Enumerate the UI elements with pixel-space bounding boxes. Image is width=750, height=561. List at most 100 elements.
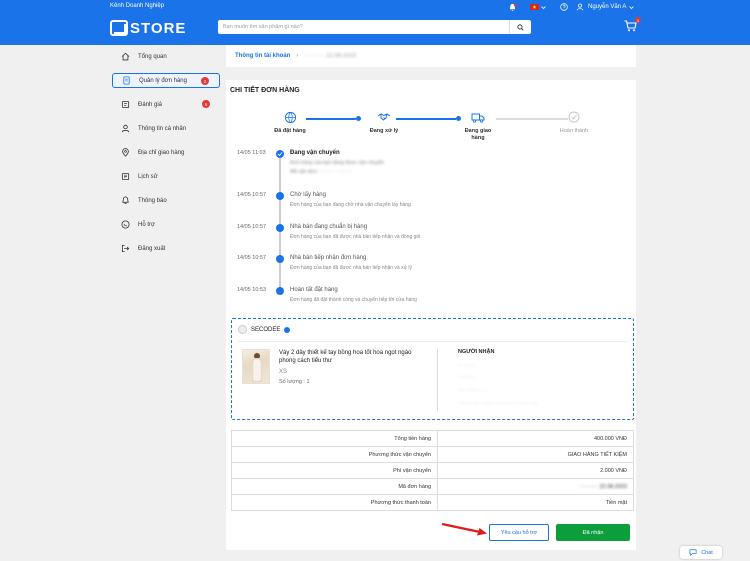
receiver-phone: ·········· (458, 375, 475, 381)
sidebar-item-overview[interactable]: Tổng quan (112, 49, 220, 64)
order-icon (121, 76, 131, 86)
cart-count-badge: 1 (635, 17, 641, 23)
timeline-title: Chờ lấy hàng (290, 192, 326, 198)
check-circle-icon (567, 110, 581, 124)
product-image-figure-dress (252, 358, 262, 382)
step-label: Đang xử lý (369, 128, 399, 134)
history-icon (120, 172, 130, 182)
step-processing: Đang xử lý (354, 110, 414, 135)
help-button[interactable] (560, 2, 568, 12)
breadcrumb-current: ·········· 22.08.2023 (304, 53, 357, 59)
shop-avatar (238, 325, 247, 334)
divider (238, 341, 628, 342)
product-image[interactable] (242, 349, 270, 384)
order-summary-table: Tổng tiền hàng 400.000 VNĐ Phương thức v… (231, 430, 634, 511)
top-header: Kênh Doanh Nghiệp Nguyễn Văn A STORE 1 (0, 0, 750, 45)
language-selector[interactable] (530, 2, 546, 12)
sidebar-item-support[interactable]: Hỗ trợ (112, 217, 220, 232)
summary-value: Tiền mặt (437, 494, 634, 511)
breadcrumb-account-link[interactable]: Thông tin tài khoản (235, 53, 290, 59)
step-shipping: Đang giao hàng (448, 110, 508, 142)
request-support-button[interactable]: Yêu cầu hỗ trợ (489, 524, 549, 541)
shop-header[interactable]: SECODEE (238, 325, 291, 334)
bell-icon (120, 196, 130, 206)
logout-icon (120, 244, 130, 254)
table-row: Tổng tiền hàng 400.000 VNĐ (231, 430, 634, 447)
table-row: Phí vận chuyển 2.000 VNĐ (231, 462, 634, 479)
order-placed-icon (283, 110, 297, 124)
search-icon (517, 23, 524, 31)
brand-name: STORE (130, 19, 187, 37)
sidebar-item-logout[interactable]: Đăng xuất (112, 241, 220, 256)
sidebar-item-label: Đánh giá (138, 101, 163, 108)
user-icon (120, 124, 130, 134)
search-button[interactable] (509, 20, 531, 34)
chat-button[interactable]: Chat (680, 546, 722, 559)
timeline-time: 14/05 11:03 (237, 150, 266, 156)
sidebar-item-label: Địa chỉ giao hàng (138, 149, 185, 156)
receiver-heading: NGƯỜI NHẬN (458, 349, 495, 355)
timeline-title: Nhà bán đang chuẩn bị hàng (290, 224, 368, 230)
search-input[interactable] (218, 20, 503, 34)
timeline-desc-extra: Mã vận đơn: ········ · ········· (290, 169, 353, 175)
receiver-address-line1: ···· ········ ·· · (458, 388, 488, 394)
shop-order-box: SECODEE Váy 2 dây thiết kế tay bồng hoa … (231, 318, 634, 420)
sidebar-item-orders[interactable]: Quản lý đơn hàng 2 (112, 73, 220, 88)
order-detail-panel: CHI TIẾT ĐƠN HÀNG Đã đặt hàng Đang xử lý… (226, 80, 636, 550)
sidebar-item-reviews[interactable]: Đánh giá 6 (112, 97, 220, 112)
status-timeline: 14/05 11:03 Đang vận chuyển Đơn hàng của… (226, 148, 636, 308)
timeline-desc: Đơn hàng của bạn đã được nhà bán tiếp nh… (290, 234, 421, 240)
chat-label: Chat (701, 549, 713, 556)
store-logo[interactable]: STORE (110, 19, 186, 37)
cart-button[interactable]: 1 (624, 17, 641, 33)
truck-icon (471, 110, 485, 124)
breadcrumb: Thông tin tài khoản › ·········· 22.08.2… (226, 45, 636, 67)
shop-name: SECODEE (251, 326, 281, 333)
received-button[interactable]: Đã nhận (556, 524, 630, 541)
sidebar-item-address[interactable]: Địa chỉ giao hàng (112, 145, 220, 160)
user-menu[interactable]: Nguyễn Văn A (576, 2, 635, 12)
step-label: Đã đặt hàng (274, 128, 306, 134)
summary-value: ·········· 22.08.2023 (437, 478, 634, 495)
user-name: Nguyễn Văn A (588, 4, 627, 10)
sidebar-item-label: Thông tin cá nhân (138, 125, 187, 132)
timeline-dot (276, 224, 284, 232)
sidebar-item-label: Lịch sử (138, 173, 158, 180)
sidebar-item-label: Tổng quan (138, 53, 167, 60)
step-label: Đang giao hàng (464, 128, 492, 141)
step-placed: Đã đặt hàng (260, 110, 320, 135)
sidebar-item-notifications[interactable]: Thông báo (112, 193, 220, 208)
review-icon (120, 100, 130, 110)
check-icon (276, 150, 284, 158)
support-icon (120, 220, 130, 230)
order-progress: Đã đặt hàng Đang xử lý Đang giao hàng Ho… (226, 110, 636, 150)
receiver-name: ··· ······ (458, 363, 475, 369)
timeline-title: Đang vận chuyển (290, 150, 340, 156)
bell-icon (509, 2, 517, 11)
notification-bell[interactable] (508, 2, 517, 12)
table-row: Phương thức thanh toán Tiền mặt (231, 494, 634, 511)
timeline-desc: Đơn hàng của bạn đang được vận chuyển (290, 160, 385, 166)
step-completed: Hoàn thành (544, 110, 604, 135)
handshake-icon (377, 110, 391, 124)
sidebar-item-label: Quản lý đơn hàng (139, 77, 187, 84)
sidebar-item-label: Đăng xuất (138, 245, 166, 252)
table-row: Phương thức vận chuyển GIAO HÀNG TIẾT KI… (231, 446, 634, 463)
timeline-title: Nhà bán tiếp nhận đơn hàng (290, 255, 367, 261)
business-channel-link[interactable]: Kênh Doanh Nghiệp (110, 3, 164, 9)
product-name[interactable]: Váy 2 dây thiết kế tay bồng hoa tốt hoa … (279, 349, 429, 365)
summary-label: Phương thức thanh toán (231, 494, 438, 511)
annotation-arrow-icon (441, 522, 487, 536)
timeline-dot (276, 287, 284, 295)
breadcrumb-separator-icon: › (296, 53, 299, 59)
question-icon (560, 3, 568, 11)
timeline-desc: Đơn hàng của bạn đang chờ nhà vận chuyển… (290, 202, 411, 208)
sidebar-item-profile[interactable]: Thông tin cá nhân (112, 121, 220, 136)
summary-label: Tổng tiền hàng (231, 430, 438, 447)
summary-label: Mã đơn hàng (231, 478, 438, 495)
summary-label: Phí vận chuyển (231, 462, 438, 479)
summary-label: Phương thức vận chuyển (231, 446, 438, 463)
verified-icon (284, 326, 291, 333)
store-logo-icon (110, 20, 128, 36)
sidebar-item-history[interactable]: Lịch sử (112, 169, 220, 184)
